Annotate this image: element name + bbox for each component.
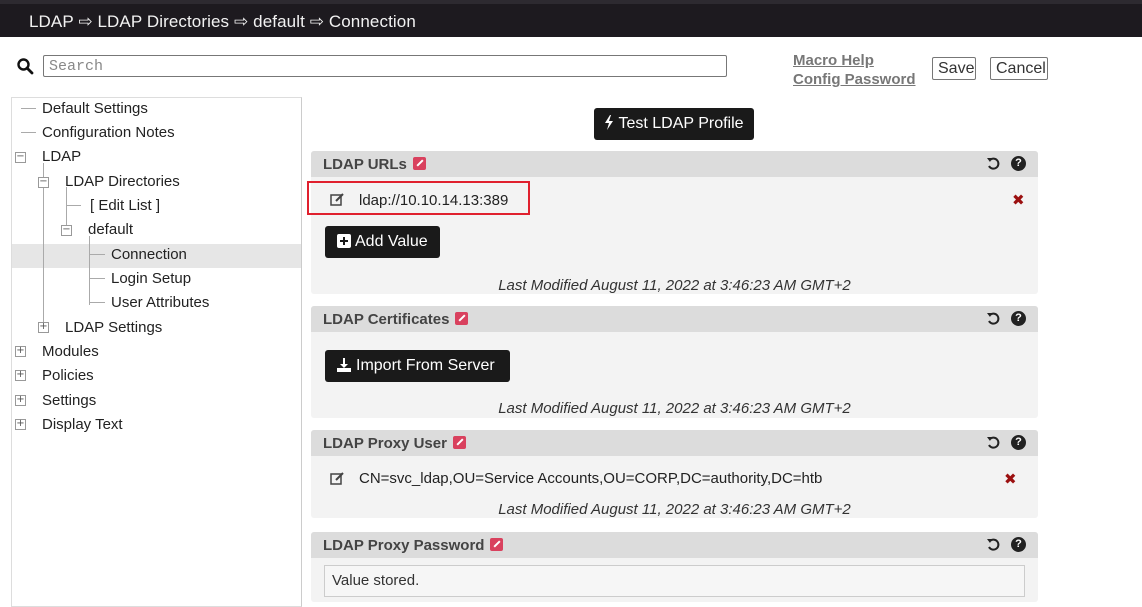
tree-item-connection[interactable]: Connection [111, 246, 187, 263]
tree-item-default[interactable]: default [88, 221, 133, 238]
ldap-certificates-panel: LDAP Certificates ? Import From Server L… [311, 306, 1038, 418]
help-icon[interactable]: ? [1011, 537, 1026, 552]
ldap-proxy-user-title-text: LDAP Proxy User [323, 435, 447, 452]
tree-connector [21, 132, 36, 133]
tree-connector [89, 236, 90, 305]
ldap-proxy-user-panel-header: LDAP Proxy User ? [311, 430, 1038, 456]
expand-modules-toggle[interactable]: + [15, 346, 26, 357]
undo-icon[interactable] [986, 537, 1001, 552]
add-value-button[interactable]: Add Value [325, 226, 440, 258]
undo-icon[interactable] [986, 435, 1001, 450]
password-stored-field[interactable]: Value stored. [324, 565, 1025, 597]
top-bar: LDAP ⇨ LDAP Directories ⇨ default ⇨ Conn… [0, 0, 1142, 37]
save-button[interactable]: Save [932, 57, 976, 80]
undo-icon[interactable] [986, 311, 1001, 326]
breadcrumb: LDAP ⇨ LDAP Directories ⇨ default ⇨ Conn… [29, 12, 416, 31]
tree-item-ldap-directories[interactable]: LDAP Directories [65, 173, 180, 190]
config-password-link[interactable]: Config Password [793, 70, 916, 89]
delete-icon[interactable]: ✖ [1004, 472, 1017, 487]
tree-item-default-settings[interactable]: Default Settings [42, 100, 148, 117]
ldap-proxy-password-title-text: LDAP Proxy Password [323, 537, 485, 554]
collapse-ldap-directories-toggle[interactable]: − [38, 177, 49, 188]
add-value-label: Add Value [355, 233, 428, 250]
ldap-proxy-password-title: LDAP Proxy Password [323, 537, 504, 554]
last-modified: Last Modified August 11, 2022 at 3:46:23… [498, 400, 851, 417]
ldap-proxy-user-value[interactable]: CN=svc_ldap,OU=Service Accounts,OU=CORP,… [359, 470, 822, 487]
tree-connector [89, 278, 105, 279]
tree-item-display-text[interactable]: Display Text [42, 416, 123, 433]
expand-policies-toggle[interactable]: + [15, 370, 26, 381]
help-icon[interactable]: ? [1011, 311, 1026, 326]
expand-ldap-settings-toggle[interactable]: + [38, 322, 49, 333]
tree-connector [89, 254, 105, 255]
edit-icon[interactable] [330, 471, 345, 486]
tree-connector [21, 108, 36, 109]
tree-item-ldap[interactable]: LDAP [42, 148, 81, 165]
undo-icon[interactable] [986, 156, 1001, 171]
ldap-certificates-title-text: LDAP Certificates [323, 311, 450, 328]
ldap-proxy-user-title: LDAP Proxy User [323, 435, 466, 452]
edit-icon[interactable] [412, 157, 426, 170]
highlight-box [307, 181, 530, 215]
tree-connector [89, 302, 105, 303]
last-modified: Last Modified August 11, 2022 at 3:46:23… [498, 277, 851, 294]
delete-icon[interactable]: ✖ [1012, 193, 1025, 208]
test-ldap-profile-button[interactable]: Test LDAP Profile [594, 108, 754, 140]
header-links: Macro Help Config Password [793, 51, 916, 89]
ldap-certificates-title: LDAP Certificates [323, 311, 469, 328]
tree-item-edit-list[interactable]: [ Edit List ] [90, 197, 160, 214]
tree-item-login-setup[interactable]: Login Setup [111, 270, 191, 287]
top-bar-accent [0, 0, 1142, 4]
tree-item-ldap-settings[interactable]: LDAP Settings [65, 319, 162, 336]
help-icon[interactable]: ? [1011, 156, 1026, 171]
tree-item-user-attributes[interactable]: User Attributes [111, 294, 209, 311]
settings-tree: − − − + + + + + Default Settings Configu… [11, 97, 302, 607]
import-from-server-button[interactable]: Import From Server [325, 350, 510, 382]
ldap-proxy-user-panel: LDAP Proxy User ? CN=svc_ldap,OU=Service… [311, 430, 1038, 518]
bolt-icon [605, 115, 614, 130]
download-icon [337, 358, 351, 372]
tree-item-policies[interactable]: Policies [42, 367, 94, 384]
collapse-ldap-toggle[interactable]: − [15, 152, 26, 163]
ldap-urls-panel-header: LDAP URLs ? [311, 151, 1038, 177]
ldap-urls-title: LDAP URLs [323, 156, 426, 173]
search-input[interactable] [43, 55, 727, 77]
tree-item-configuration-notes[interactable]: Configuration Notes [42, 124, 175, 141]
collapse-default-toggle[interactable]: − [61, 225, 72, 236]
ldap-proxy-password-panel-header: LDAP Proxy Password ? [311, 532, 1038, 558]
edit-icon[interactable] [490, 538, 504, 551]
ldap-urls-panel: LDAP URLs ? ldap://10.10.14.13:389 ✖ Add… [311, 151, 1038, 294]
tree-connector [66, 205, 81, 206]
cancel-button[interactable]: Cancel [990, 57, 1048, 80]
expand-display-text-toggle[interactable]: + [15, 419, 26, 430]
expand-settings-toggle[interactable]: + [15, 395, 26, 406]
help-icon[interactable]: ? [1011, 435, 1026, 450]
import-from-server-label: Import From Server [356, 357, 495, 374]
test-ldap-profile-label: Test LDAP Profile [618, 115, 744, 132]
plus-icon [337, 234, 351, 248]
ldap-urls-title-text: LDAP URLs [323, 156, 407, 173]
tree-item-settings[interactable]: Settings [42, 392, 96, 409]
tree-item-modules[interactable]: Modules [42, 343, 99, 360]
edit-icon[interactable] [455, 312, 469, 325]
edit-icon[interactable] [452, 436, 466, 449]
last-modified: Last Modified August 11, 2022 at 3:46:23… [498, 501, 851, 518]
macro-help-link[interactable]: Macro Help [793, 51, 916, 70]
ldap-certificates-panel-header: LDAP Certificates ? [311, 306, 1038, 332]
search-icon [17, 58, 34, 75]
